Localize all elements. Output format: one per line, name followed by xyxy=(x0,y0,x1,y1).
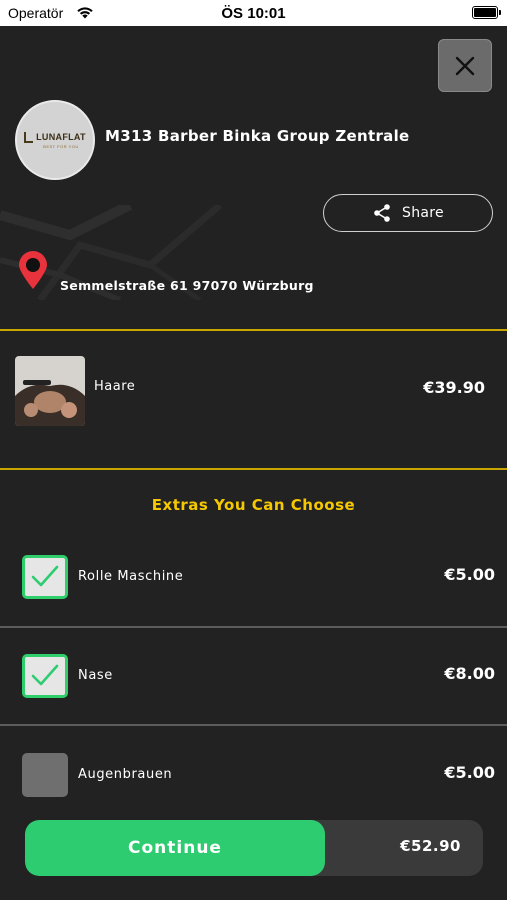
status-time: ÖS 10:01 xyxy=(221,5,286,22)
checkout-bar: Continue €52.90 xyxy=(25,820,483,876)
checkmark-icon xyxy=(31,565,59,587)
location-pin-icon xyxy=(19,251,47,289)
share-button[interactable]: Share xyxy=(323,194,493,232)
extra-item[interactable]: Augenbrauen €5.00 xyxy=(0,726,507,824)
close-icon xyxy=(455,56,475,75)
share-icon xyxy=(374,204,390,222)
extra-checkbox[interactable] xyxy=(22,555,68,599)
logo-subtext: BEST FOR YOU xyxy=(43,143,79,149)
service-thumbnail xyxy=(15,356,85,426)
extra-item[interactable]: Rolle Maschine €5.00 xyxy=(0,528,507,626)
extra-price: €8.00 xyxy=(444,664,495,683)
service-name: Haare xyxy=(94,379,136,394)
logo-mark-icon xyxy=(24,131,34,143)
extra-item[interactable]: Nase €8.00 xyxy=(0,627,507,725)
checkmark-icon xyxy=(31,664,59,686)
extra-price: €5.00 xyxy=(444,763,495,782)
extra-checkbox[interactable] xyxy=(22,753,68,797)
battery-icon xyxy=(472,6,501,19)
shop-name: M313 Barber Binka Group Zentrale xyxy=(105,127,410,145)
service-price: €39.90 xyxy=(423,378,485,397)
extra-label: Rolle Maschine xyxy=(78,569,184,584)
extra-price: €5.00 xyxy=(444,565,495,584)
logo-text: LUNAFLAT xyxy=(36,132,86,142)
total-price: €52.90 xyxy=(400,837,461,855)
extra-label: Nase xyxy=(78,668,113,683)
close-button[interactable] xyxy=(438,39,492,92)
gold-divider xyxy=(0,468,507,470)
status-bar: Operatör ÖS 10:01 xyxy=(0,0,507,26)
share-label: Share xyxy=(402,205,444,221)
continue-button[interactable]: Continue xyxy=(25,820,325,876)
continue-label: Continue xyxy=(128,838,222,858)
extras-title: Extras You Can Choose xyxy=(151,496,356,514)
extra-label: Augenbrauen xyxy=(78,767,173,782)
shop-address: Semmelstraße 61 97070 Würzburg xyxy=(60,278,314,293)
extra-checkbox[interactable] xyxy=(22,654,68,698)
gold-divider xyxy=(0,329,507,331)
shop-logo: LUNAFLAT BEST FOR YOU xyxy=(15,100,95,180)
